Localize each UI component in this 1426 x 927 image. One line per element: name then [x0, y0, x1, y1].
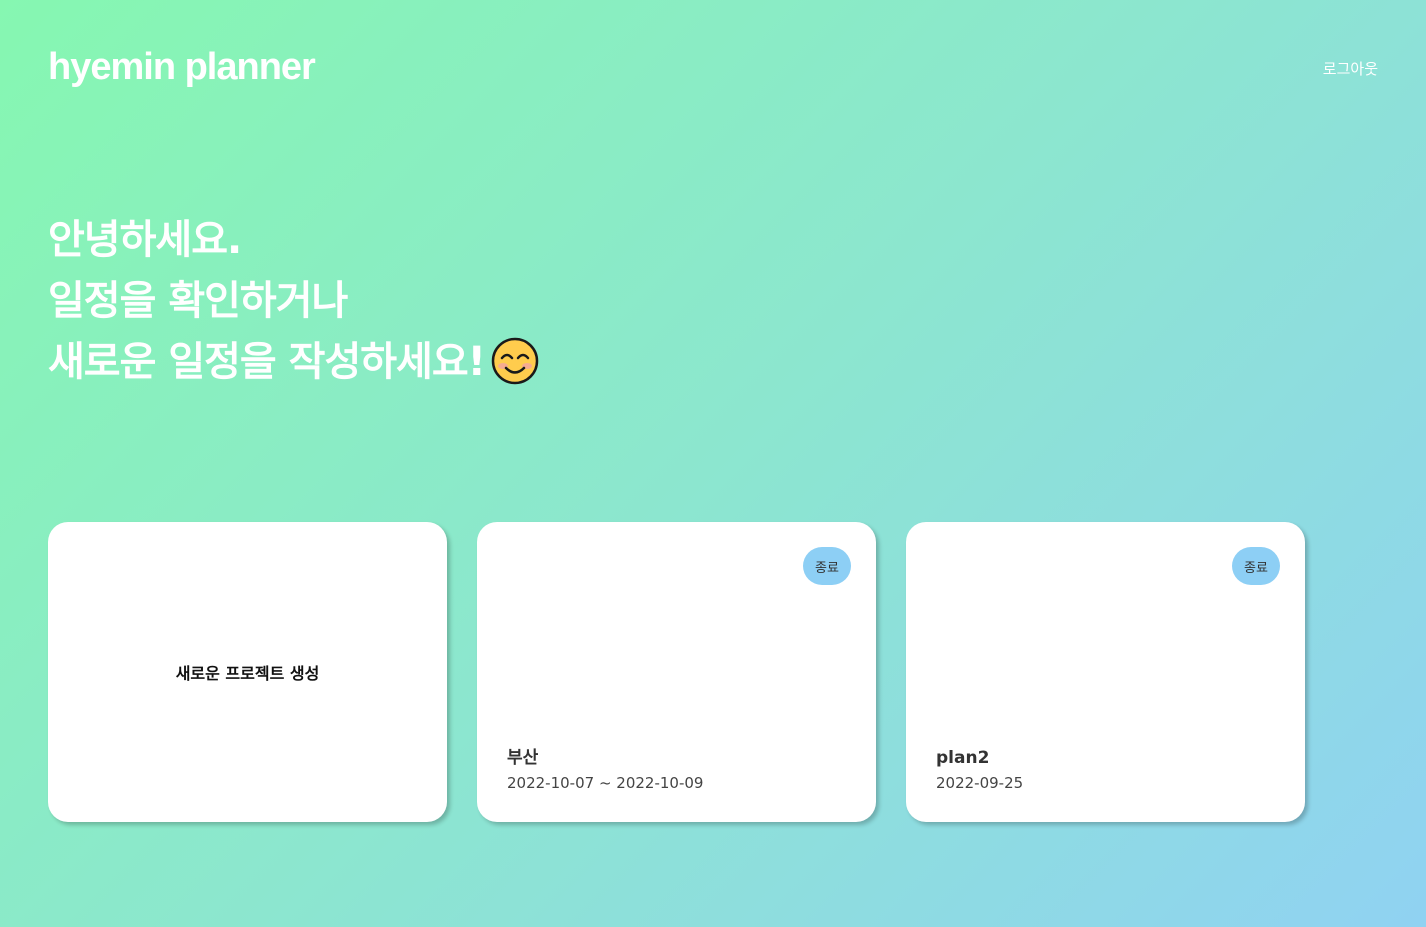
new-project-card[interactable]: 새로운 프로젝트 생성 [48, 522, 447, 822]
hero-line-3: 새로운 일정을 작성하세요! [48, 332, 539, 393]
hero-line-2: 일정을 확인하거나 [48, 278, 348, 324]
project-info: 부산 2022-10-07 ~ 2022-10-09 [507, 743, 703, 792]
project-info: plan2 2022-09-25 [936, 748, 1023, 792]
project-date: 2022-10-07 ~ 2022-10-09 [507, 774, 704, 792]
hero-greeting: 안녕하세요. 일정을 확인하거나 새로운 일정을 작성하세요! [48, 210, 539, 393]
project-cards: 새로운 프로젝트 생성 종료 부산 2022-10-07 ~ 2022-10-0… [48, 522, 1305, 822]
header: hyemin planner 로그아웃 [48, 44, 1378, 94]
logo[interactable]: hyemin planner [48, 44, 316, 90]
project-date: 2022-09-25 [936, 774, 1024, 792]
smiling-face-icon [491, 337, 539, 385]
hero-line-1: 안녕하세요. [48, 217, 242, 263]
project-title: plan2 [936, 748, 990, 768]
project-title: 부산 [507, 748, 539, 768]
project-card[interactable]: 종료 plan2 2022-09-25 [906, 522, 1305, 822]
status-badge: 종료 [1232, 547, 1280, 585]
logout-button[interactable]: 로그아웃 [1323, 58, 1378, 79]
new-project-label: 새로운 프로젝트 생성 [175, 664, 320, 683]
hero-line-3-text: 새로운 일정을 작성하세요! [48, 339, 486, 385]
status-badge: 종료 [803, 547, 851, 585]
project-card[interactable]: 종료 부산 2022-10-07 ~ 2022-10-09 [477, 522, 876, 822]
